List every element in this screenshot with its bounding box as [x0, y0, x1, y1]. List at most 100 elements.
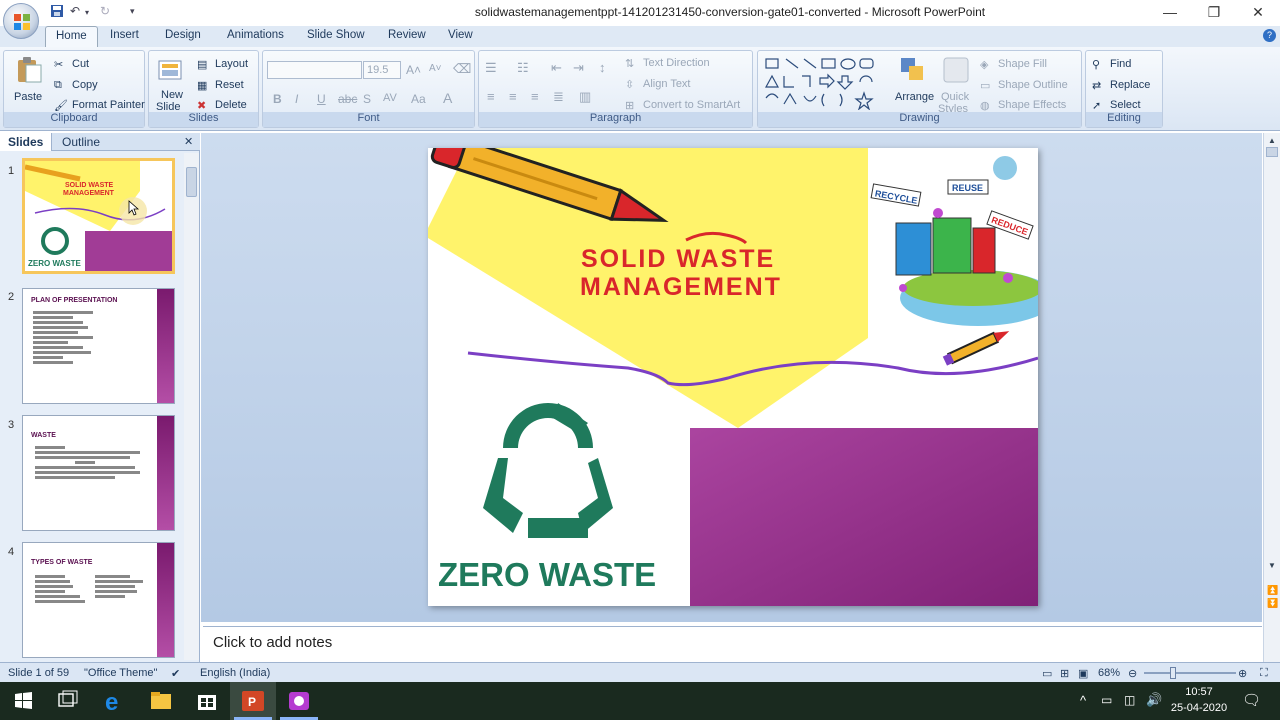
align-center-icon[interactable]: ≡ [509, 89, 517, 104]
normal-view-icon[interactable]: ▭ [1042, 667, 1052, 680]
zoom-level[interactable]: 68% [1098, 667, 1120, 679]
next-slide-icon[interactable]: ⏬ [1267, 598, 1278, 609]
save-icon[interactable] [50, 4, 64, 21]
screen-recorder-icon[interactable] [276, 682, 322, 720]
help-icon[interactable]: ? [1263, 29, 1276, 42]
reset-button[interactable]: ▦ Reset [197, 79, 244, 92]
close-pane-icon[interactable]: ✕ [184, 135, 193, 148]
tab-animations[interactable]: Animations [227, 29, 284, 41]
bullets-icon[interactable]: ☰ [485, 60, 497, 76]
copy-button[interactable]: ⧉ Copy [54, 79, 98, 91]
find-button[interactable]: ⚲ Find [1092, 58, 1131, 71]
tab-slide-show[interactable]: Slide Show [307, 29, 365, 41]
arrange-button[interactable]: Arrange [895, 91, 934, 103]
scroll-down-icon[interactable]: ▼ [1268, 561, 1276, 570]
restore-button[interactable]: ❐ [1192, 0, 1236, 26]
slide-thumbnail-3[interactable]: WASTE [22, 415, 175, 531]
edge-browser-icon[interactable]: e [92, 682, 138, 720]
change-case-icon[interactable]: Aa [411, 92, 426, 106]
notes-pane[interactable]: Click to add notes [203, 626, 1262, 662]
show-hidden-icons-icon[interactable]: ^ [1080, 693, 1086, 708]
new-slide-icon[interactable] [156, 55, 186, 85]
fit-window-icon[interactable]: ⛶ [1260, 667, 1268, 680]
text-direction-button[interactable]: ⇅ Text Direction [625, 57, 710, 70]
undo-dropdown-icon[interactable]: ▾ [85, 8, 89, 17]
clear-format-icon[interactable]: ⌫ [453, 61, 471, 77]
volume-icon[interactable]: 🔊 [1146, 692, 1162, 708]
convert-smartart-button[interactable]: ⊞ Convert to SmartArt [625, 99, 740, 112]
delete-button[interactable]: ✖ Delete [197, 99, 247, 112]
language[interactable]: English (India) [200, 667, 270, 679]
select-button[interactable]: ➚ Select [1092, 99, 1141, 112]
task-view-icon[interactable] [45, 682, 91, 720]
layout-button[interactable]: ▤ Layout [197, 58, 248, 71]
slide-sorter-icon[interactable]: ⊞ [1060, 667, 1069, 680]
zoom-slider[interactable] [1144, 667, 1236, 679]
align-text-button[interactable]: ⇳ Align Text [625, 78, 691, 91]
underline-icon[interactable]: U [317, 92, 326, 106]
zoom-out-icon[interactable]: ⊖ [1128, 667, 1137, 680]
align-left-icon[interactable]: ≡ [487, 89, 495, 104]
notification-icon[interactable]: 🗨 [1242, 691, 1261, 709]
pane-scroll-thumb[interactable] [186, 167, 197, 197]
paste-button[interactable]: Paste [14, 91, 42, 103]
char-spacing-icon[interactable]: AV [383, 92, 397, 104]
paste-icon[interactable] [14, 55, 44, 85]
current-slide[interactable]: SOLID WASTE MANAGEMENT RECYCLE REUSE RED… [428, 148, 1038, 606]
tab-slides[interactable]: Slides [0, 133, 53, 151]
shape-outline-button[interactable]: ▭ Shape Outline [980, 79, 1068, 92]
format-painter-button[interactable]: 🖌 Format Painter [54, 99, 145, 112]
zoom-slider-thumb[interactable] [1170, 667, 1176, 679]
scroll-up-icon[interactable]: ▲ [1268, 136, 1276, 145]
quick-styles-line1[interactable]: Quick [941, 91, 969, 103]
arrange-icon[interactable] [898, 55, 928, 85]
cut-button[interactable]: ✂ Cut [54, 58, 89, 71]
slide-thumbnail-1[interactable]: SOLID WASTE MANAGEMENT ZERO WASTE [22, 158, 175, 274]
slide-show-icon[interactable]: ▣ [1078, 667, 1088, 680]
tab-design[interactable]: Design [165, 29, 201, 41]
line-spacing-icon[interactable]: ↕ [599, 60, 606, 75]
main-scroll-thumb[interactable] [1266, 147, 1278, 157]
tab-outline[interactable]: Outline [62, 135, 100, 149]
clock-date[interactable]: 25-04-2020 [1167, 702, 1231, 714]
shadow-icon[interactable]: S [363, 92, 371, 106]
quick-styles-icon[interactable] [941, 55, 971, 85]
customize-qat-icon[interactable]: ▾ [130, 6, 135, 17]
file-explorer-icon[interactable] [138, 682, 184, 720]
grow-font-icon[interactable]: A˄ [406, 63, 421, 77]
justify-icon[interactable]: ≣ [553, 89, 564, 105]
tab-view[interactable]: View [448, 29, 473, 41]
strikethrough-icon[interactable]: abc [338, 92, 357, 106]
numbering-icon[interactable]: ☷ [517, 60, 529, 76]
network-icon[interactable]: ◫ [1124, 693, 1135, 707]
undo-icon[interactable]: ↶ [70, 4, 80, 18]
increase-indent-icon[interactable]: ⇥ [573, 60, 584, 76]
powerpoint-taskbar-icon[interactable]: P [230, 682, 276, 720]
replace-button[interactable]: ⇄ Replace [1092, 79, 1150, 92]
pane-scrollbar[interactable] [184, 153, 199, 660]
italic-icon[interactable]: I [295, 92, 298, 106]
tab-home[interactable]: Home [45, 26, 98, 47]
clock-time[interactable]: 10:57 [1171, 686, 1227, 698]
shape-fill-button[interactable]: ◈ Shape Fill [980, 58, 1047, 71]
main-scrollbar[interactable]: ▲ ▼ ⏫ ⏬ [1263, 133, 1280, 662]
office-button[interactable] [3, 3, 39, 39]
minimize-button[interactable]: — [1148, 0, 1192, 26]
font-size-input[interactable]: 19.5 [363, 61, 401, 79]
shrink-font-icon[interactable]: A˅ [429, 63, 442, 74]
columns-icon[interactable]: ▥ [579, 89, 591, 105]
windows-start-icon[interactable] [0, 682, 46, 720]
store-icon[interactable] [184, 682, 230, 720]
close-button[interactable]: ✕ [1236, 0, 1280, 26]
slide-thumbnail-2[interactable]: PLAN OF PRESENTATION [22, 288, 175, 404]
prev-slide-icon[interactable]: ⏫ [1267, 585, 1278, 596]
tab-insert[interactable]: Insert [110, 29, 139, 41]
font-color-icon[interactable]: A [443, 90, 452, 106]
font-name-input[interactable] [267, 61, 362, 79]
new-slide-line1[interactable]: New [161, 89, 183, 101]
redo-icon[interactable]: ↻ [100, 4, 110, 18]
bold-icon[interactable]: B [273, 92, 282, 106]
shape-effects-button[interactable]: ◍ Shape Effects [980, 99, 1066, 112]
decrease-indent-icon[interactable]: ⇤ [551, 60, 562, 76]
slide-thumbnail-4[interactable]: TYPES OF WASTE [22, 542, 175, 658]
